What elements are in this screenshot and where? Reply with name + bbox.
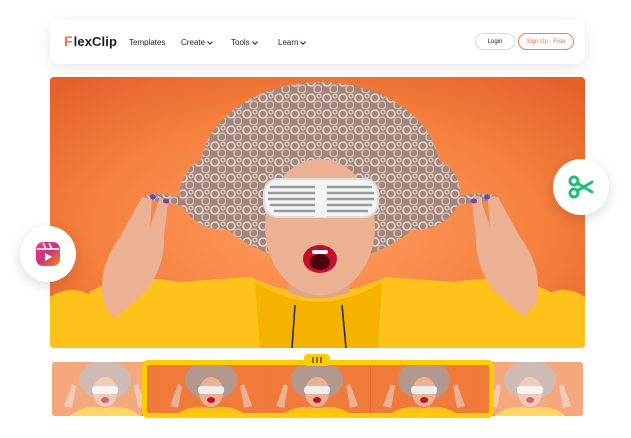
- top-navbar: FlexClip Templates Create Tools Learn Lo…: [50, 20, 585, 64]
- reels-button[interactable]: [20, 226, 76, 282]
- chevron-down-icon: [251, 38, 258, 45]
- logo-mark: F: [64, 33, 73, 49]
- timeline-unselected-left: [52, 362, 142, 416]
- reels-icon: [36, 242, 60, 266]
- nav-item-create[interactable]: Create: [181, 38, 213, 47]
- nav-item-label: Learn: [278, 38, 299, 47]
- signup-button[interactable]: Sign Up - Free: [518, 33, 574, 50]
- chevron-down-icon: [207, 38, 213, 45]
- nav-item-label: Create: [181, 38, 206, 47]
- login-button[interactable]: Login: [475, 33, 515, 50]
- playhead-grip[interactable]: [304, 354, 330, 366]
- hero-image: [50, 77, 585, 348]
- logo-text: lexClip: [73, 33, 117, 49]
- hero-video-preview[interactable]: [50, 77, 585, 348]
- nav-item-learn[interactable]: Learn: [278, 38, 307, 47]
- sunglasses: [263, 178, 379, 218]
- flexclip-logo[interactable]: FlexClip: [64, 33, 117, 49]
- chevron-down-icon: [300, 38, 307, 45]
- timeline-unselected-right: [494, 362, 583, 416]
- nav-item-label: Templates: [129, 38, 166, 47]
- nav-item-tools[interactable]: Tools: [231, 38, 258, 47]
- scissors-icon: [568, 175, 594, 199]
- cut-button[interactable]: [553, 159, 609, 215]
- nav-item-label: Tools: [231, 38, 250, 47]
- trim-handle-left[interactable]: [142, 376, 147, 402]
- nav-item-templates[interactable]: Templates: [129, 38, 165, 47]
- trim-handle-right[interactable]: [489, 376, 494, 402]
- timeline-selection[interactable]: [142, 360, 494, 418]
